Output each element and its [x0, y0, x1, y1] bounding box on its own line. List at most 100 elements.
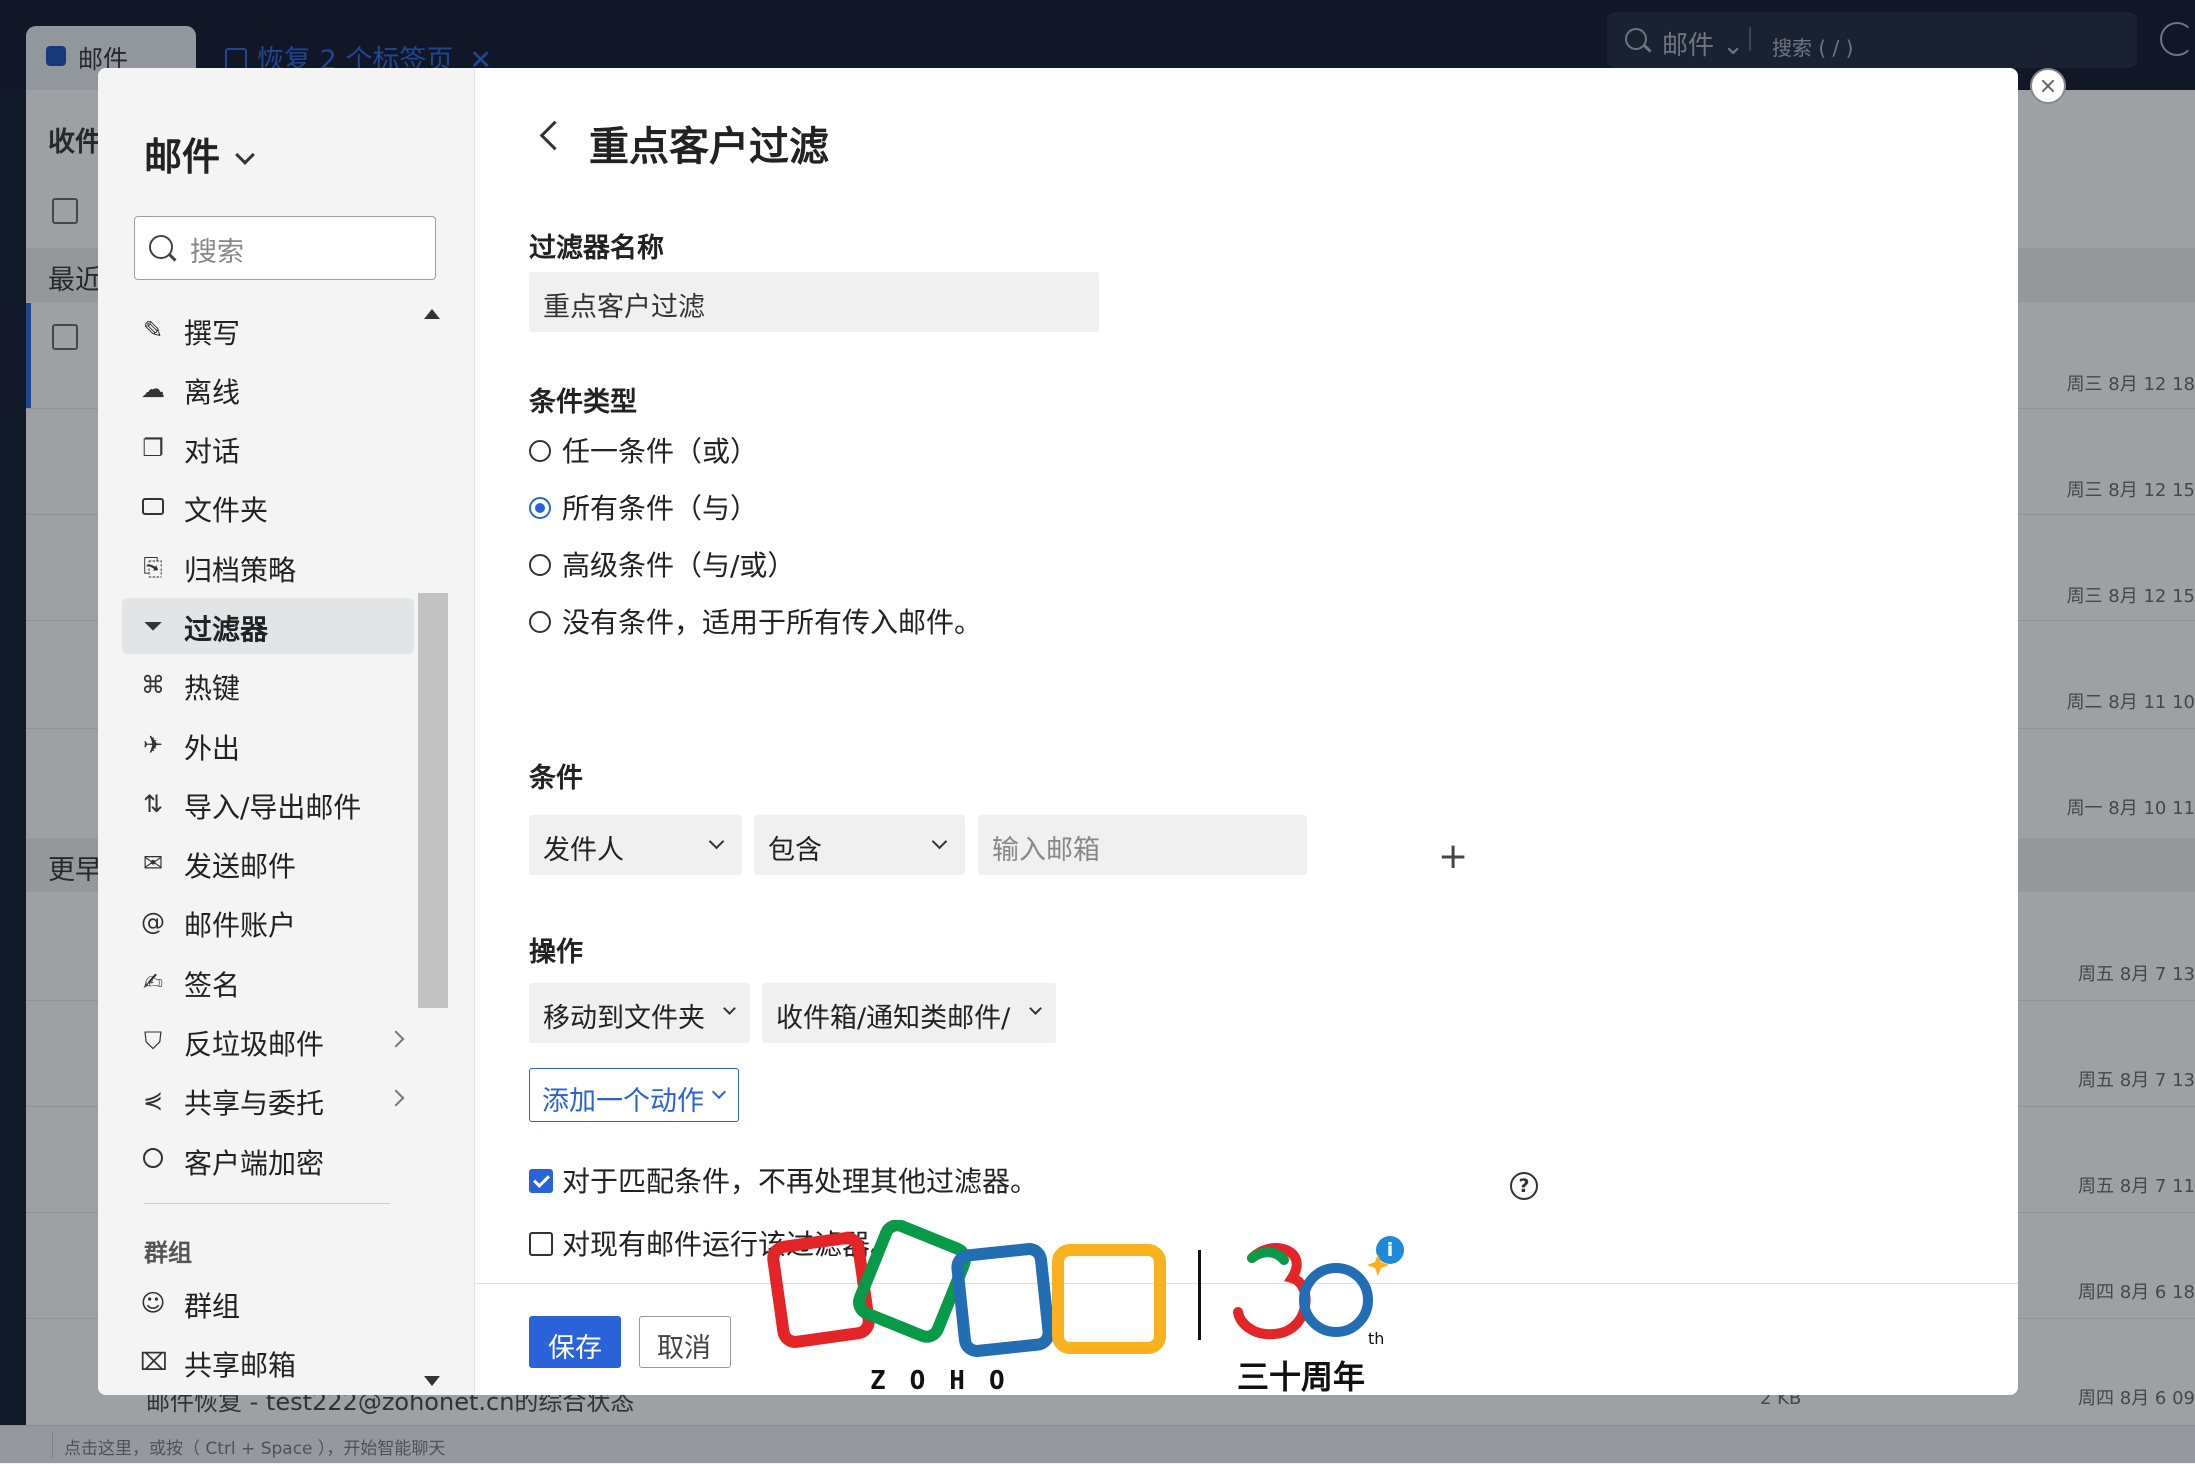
sidebar-item-label: 发送邮件: [184, 850, 297, 883]
chevron-right-icon: [387, 1089, 405, 1107]
sidebar-item-label: 文件夹: [184, 494, 269, 527]
input-placeholder: 输入邮箱: [992, 835, 1100, 866]
sidebar-item-hotkeys[interactable]: ⌘ 热键: [122, 657, 414, 713]
sidebar-group-heading: 群组: [144, 1239, 192, 1267]
add-condition-icon[interactable]: +: [1438, 836, 1468, 877]
radio-label: 高级条件（与/或）: [562, 549, 796, 582]
at-icon: @: [141, 908, 165, 936]
chevron-down-icon: [711, 1084, 727, 1100]
scroll-down-icon[interactable]: [424, 1376, 440, 1386]
import-export-icon: ⇅: [142, 790, 164, 818]
action-type-select[interactable]: 移动到文件夹: [529, 983, 750, 1043]
sidebar-item-label: 过滤器: [184, 613, 269, 646]
radio-button[interactable]: [529, 440, 551, 462]
stop-processing-checkbox[interactable]: [529, 1169, 553, 1193]
search-placeholder: 搜索: [190, 237, 244, 268]
cancel-button[interactable]: 取消: [639, 1316, 731, 1368]
offline-icon: ☁: [141, 375, 165, 403]
action-target-select[interactable]: 收件箱/通知类邮件/: [762, 983, 1056, 1043]
sidebar-item-conversation[interactable]: ❐ 对话: [122, 420, 414, 476]
condition-type-label: 条件类型: [529, 387, 637, 418]
sidebar-item-label: 热键: [184, 672, 241, 705]
sidebar-item-offline[interactable]: ☁ 离线: [122, 361, 414, 417]
sidebar-item-archive-policy[interactable]: ⎘ 归档策略: [122, 539, 414, 595]
sidebar-item-groups[interactable]: ☺ 群组: [122, 1275, 414, 1331]
radio-button[interactable]: [529, 554, 551, 576]
cancel-label: 取消: [657, 1333, 711, 1364]
sidebar-item-label: 共享邮箱: [184, 1349, 297, 1382]
sidebar-item-out-of-office[interactable]: ✈ 外出: [122, 717, 414, 773]
filter-name-value: 重点客户过滤: [543, 292, 705, 323]
help-icon[interactable]: ?: [1510, 1172, 1538, 1200]
radio-label: 没有条件，适用于所有传入邮件。: [562, 606, 983, 639]
sidebar-item-shared-mailbox[interactable]: ⌧ 共享邮箱: [122, 1334, 414, 1390]
condition-field-select[interactable]: 发件人: [529, 815, 742, 875]
condition-email-input[interactable]: 输入邮箱: [978, 815, 1307, 875]
sidebar-item-label: 离线: [184, 376, 241, 409]
settings-app-switcher[interactable]: 邮件: [144, 126, 255, 181]
folder-icon: [140, 494, 166, 520]
sidebar-item-compose[interactable]: ✎ 撰写: [122, 302, 414, 358]
out-of-office-icon: ✈: [142, 731, 164, 759]
select-value: 移动到文件夹: [543, 1003, 705, 1034]
filter-name-label: 过滤器名称: [529, 233, 664, 264]
radio-button[interactable]: [529, 497, 551, 519]
encryption-icon: [140, 1147, 166, 1173]
zoho-30th-logo: th ZOHO 三十周年: [762, 1220, 1402, 1400]
share-icon: ⋞: [142, 1086, 164, 1114]
sidebar-item-label: 客户端加密: [184, 1147, 325, 1180]
sidebar-item-filters[interactable]: ⏷ 过滤器: [122, 598, 414, 654]
compose-icon: ✎: [142, 316, 164, 344]
settings-sidebar: 邮件 搜索 ✎ 撰写 ☁ 离线 ❐ 对话 文件夹 ⎘ 归档策略 ⏷ 过滤器 ⌘ …: [98, 68, 475, 1395]
sidebar-item-label: 对话: [184, 435, 241, 468]
anniversary-suffix: th: [1368, 1329, 1384, 1348]
send-mail-icon: ✉: [142, 849, 164, 877]
sidebar-item-label: 归档策略: [184, 554, 297, 587]
chevron-right-icon: [387, 1030, 405, 1048]
sidebar-item-send-mail[interactable]: ✉ 发送邮件: [122, 835, 414, 891]
sidebar-item-label: 外出: [184, 732, 241, 765]
save-button[interactable]: 保存: [529, 1316, 621, 1368]
chevron-down-icon: [931, 833, 948, 850]
save-label: 保存: [548, 1333, 602, 1364]
scrollbar-thumb[interactable]: [418, 593, 448, 1008]
chevron-down-icon: [1029, 1002, 1042, 1015]
close-modal-button[interactable]: [2030, 68, 2066, 104]
anniversary-text: 三十周年: [1237, 1358, 1366, 1396]
conditions-label: 条件: [529, 763, 583, 794]
add-action-button[interactable]: 添加一个动作: [529, 1068, 739, 1122]
sidebar-item-client-encryption[interactable]: 客户端加密: [122, 1132, 414, 1188]
select-value: 发件人: [543, 835, 624, 866]
actions-label: 操作: [529, 937, 583, 968]
conversation-icon: ❐: [142, 434, 164, 462]
settings-search-input[interactable]: 搜索: [134, 216, 436, 280]
group-icon: ☺: [140, 1289, 166, 1317]
sidebar-item-import-export[interactable]: ⇅ 导入/导出邮件: [122, 776, 414, 832]
sidebar-item-anti-spam[interactable]: ⛉ 反垃圾邮件: [122, 1013, 414, 1069]
sidebar-item-sharing[interactable]: ⋞ 共享与委托: [122, 1072, 414, 1128]
archive-icon: ⎘: [143, 553, 163, 581]
sidebar-item-label: 撰写: [184, 317, 241, 350]
radio-button[interactable]: [529, 611, 551, 633]
sidebar-item-label: 反垃圾邮件: [184, 1028, 325, 1061]
sidebar-item-label: 邮件账户: [184, 909, 297, 942]
condition-operator-select[interactable]: 包含: [754, 815, 965, 875]
shared-mailbox-icon: ⌧: [140, 1348, 168, 1376]
sidebar-scrollbar[interactable]: [418, 303, 448, 1393]
scroll-up-icon[interactable]: [424, 309, 440, 319]
filter-icon: ⏷: [143, 612, 163, 640]
sidebar-item-signature[interactable]: ✍ 签名: [122, 954, 414, 1010]
sidebar-item-mail-accounts[interactable]: @ 邮件账户: [122, 894, 414, 950]
back-icon[interactable]: [539, 120, 570, 151]
radio-label: 任一条件（或）: [562, 435, 759, 468]
checkbox-label: 对于匹配条件，不再处理其他过滤器。: [562, 1165, 1039, 1198]
radio-label: 所有条件（与）: [562, 492, 759, 525]
sidebar-item-label: 共享与委托: [184, 1087, 325, 1120]
sidebar-item-label: 导入/导出邮件: [184, 791, 362, 824]
run-existing-checkbox[interactable]: [529, 1232, 553, 1256]
search-icon: [149, 235, 173, 259]
sidebar-item-folders[interactable]: 文件夹: [122, 479, 414, 535]
add-action-label: 添加一个动作: [542, 1086, 704, 1117]
settings-app-title: 邮件: [144, 135, 221, 179]
filter-name-input[interactable]: 重点客户过滤: [529, 272, 1099, 332]
